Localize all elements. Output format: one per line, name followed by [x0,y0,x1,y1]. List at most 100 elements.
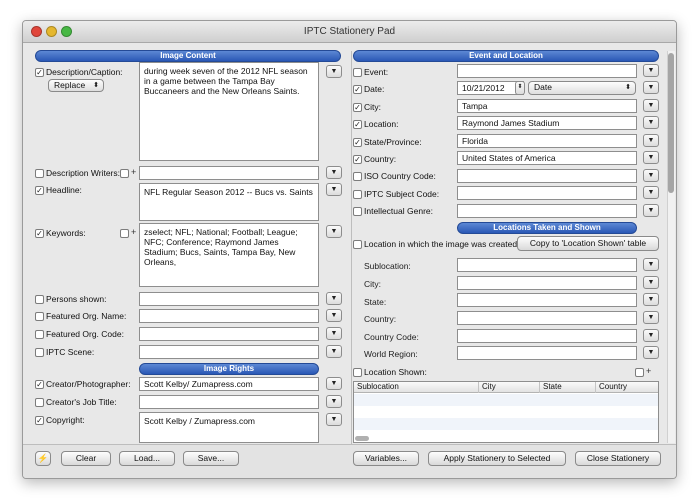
shown-country-menu-button[interactable]: ▼ [643,311,659,324]
keywords-textarea[interactable]: zselect; NFL; National; Football; League… [139,223,319,287]
persons-checkbox[interactable] [35,295,44,304]
iso-country-code-field[interactable] [457,169,637,183]
state-menu-button[interactable]: ▼ [643,134,659,147]
world-region-field[interactable] [457,346,637,360]
load-button[interactable]: Load... [119,451,175,466]
sublocation-menu-button[interactable]: ▼ [643,258,659,271]
featured-org-code-menu-button[interactable]: ▼ [326,327,342,340]
keywords-checkbox[interactable]: ✓ [35,229,44,238]
city-checkbox[interactable]: ✓ [353,103,362,112]
iptc-scene-menu-button[interactable]: ▼ [326,345,342,358]
state-checkbox[interactable]: ✓ [353,138,362,147]
copyright-label: Copyright: [46,415,85,425]
event-menu-button[interactable]: ▼ [643,64,659,77]
featured-org-name-checkbox[interactable] [35,312,44,321]
column-country[interactable]: Country [596,382,658,393]
iptc-subject-code-checkbox[interactable] [353,190,362,199]
date-type-popup[interactable]: Date ⬍ [528,81,636,95]
iptc-subject-code-menu-button[interactable]: ▼ [643,186,659,199]
creators-job-title-checkbox[interactable] [35,398,44,407]
date-stepper[interactable]: ⬍ [515,81,525,95]
featured-org-code-checkbox[interactable] [35,330,44,339]
persons-menu-button[interactable]: ▼ [326,292,342,305]
intellectual-genre-checkbox[interactable] [353,207,362,216]
date-menu-button[interactable]: ▼ [643,81,659,94]
featured-org-name-field[interactable] [139,309,319,323]
shown-state-menu-button[interactable]: ▼ [643,293,659,306]
country-checkbox[interactable]: ✓ [353,155,362,164]
apply-stationery-button[interactable]: Apply Stationery to Selected [428,451,566,466]
event-checkbox[interactable] [353,68,362,77]
table-row[interactable] [354,394,658,406]
shown-state-field[interactable] [457,293,637,307]
iptc-subject-code-field[interactable] [457,186,637,200]
iptc-scene-field[interactable] [139,345,319,359]
description-menu-button[interactable]: ▼ [326,65,342,78]
city-menu-button[interactable]: ▼ [643,99,659,112]
featured-org-code-field[interactable] [139,327,319,341]
description-textarea[interactable]: during week seven of the 2012 NFL season… [139,62,319,161]
persons-field[interactable] [139,292,319,306]
location-shown-add-checkbox[interactable] [635,368,644,377]
column-state[interactable]: State [540,382,596,393]
sublocation-field[interactable] [457,258,637,272]
description-writers-field[interactable] [139,166,319,180]
keywords-menu-button[interactable]: ▼ [326,225,342,238]
save-button[interactable]: Save... [183,451,239,466]
lightning-button[interactable]: ⚡ [35,451,51,466]
keywords-add-checkbox[interactable] [120,229,129,238]
clear-button[interactable]: Clear [61,451,111,466]
creator-menu-button[interactable]: ▼ [326,377,342,390]
column-sublocation[interactable]: Sublocation [354,382,479,393]
table-row[interactable] [354,418,658,430]
intellectual-genre-menu-button[interactable]: ▼ [643,204,659,217]
event-field[interactable] [457,64,637,78]
copyright-checkbox[interactable]: ✓ [35,416,44,425]
country-menu-button[interactable]: ▼ [643,151,659,164]
replace-popup[interactable]: Replace ⬍ [48,79,104,92]
location-menu-button[interactable]: ▼ [643,116,659,129]
location-shown-table[interactable]: Sublocation City State Country [353,381,659,443]
description-checkbox[interactable]: ✓ [35,68,44,77]
location-created-checkbox[interactable] [353,240,362,249]
headline-checkbox[interactable]: ✓ [35,186,44,195]
city-field[interactable]: Tampa [457,99,637,113]
country-code-field[interactable] [457,329,637,343]
copyright-menu-button[interactable]: ▼ [326,413,342,426]
creators-job-title-field[interactable] [139,395,319,409]
iso-country-code-menu-button[interactable]: ▼ [643,169,659,182]
headline-menu-button[interactable]: ▼ [326,183,342,196]
replace-popup-label: Replace [54,80,86,90]
table-horizontal-scrollbar[interactable] [355,436,369,441]
iso-country-code-checkbox[interactable] [353,172,362,181]
location-checkbox[interactable]: ✓ [353,120,362,129]
headline-textarea[interactable]: NFL Regular Season 2012 -- Bucs vs. Sain… [139,183,319,221]
copyright-textarea[interactable]: Scott Kelby / Zumapress.com [139,412,319,443]
variables-button[interactable]: Variables... [353,451,419,466]
country-field[interactable]: United States of America [457,151,637,165]
world-region-menu-button[interactable]: ▼ [643,346,659,359]
description-writers-menu-button[interactable]: ▼ [326,166,342,179]
intellectual-genre-field[interactable] [457,204,637,218]
close-stationery-button[interactable]: Close Stationery [575,451,661,466]
table-row[interactable] [354,406,658,418]
shown-country-field[interactable] [457,311,637,325]
creator-field[interactable]: Scott Kelby/ Zumapress.com [139,377,319,391]
description-writers-add-checkbox[interactable] [120,169,129,178]
location-field[interactable]: Raymond James Stadium [457,116,637,130]
featured-org-name-menu-button[interactable]: ▼ [326,309,342,322]
copy-to-location-shown-button[interactable]: Copy to 'Location Shown' table [517,236,659,251]
column-city[interactable]: City [479,382,540,393]
creator-checkbox[interactable]: ✓ [35,380,44,389]
date-checkbox[interactable]: ✓ [353,85,362,94]
shown-city-menu-button[interactable]: ▼ [643,276,659,289]
country-code-menu-button[interactable]: ▼ [643,329,659,342]
state-field[interactable]: Florida [457,134,637,148]
description-writers-checkbox[interactable] [35,169,44,178]
location-shown-checkbox[interactable] [353,368,362,377]
date-field[interactable]: 10/21/2012 [457,81,524,95]
shown-city-field[interactable] [457,276,637,290]
creators-job-title-menu-button[interactable]: ▼ [326,395,342,408]
vertical-scroll-thumb[interactable] [668,53,674,193]
iptc-scene-checkbox[interactable] [35,348,44,357]
